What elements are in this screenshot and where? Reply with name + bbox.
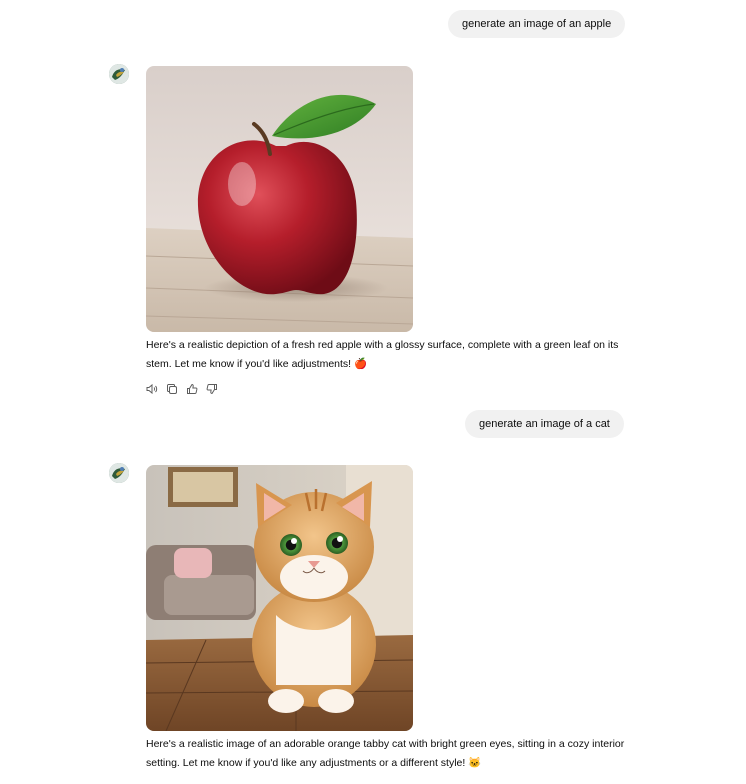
copy-icon[interactable] xyxy=(166,383,178,395)
thumbs-down-icon[interactable] xyxy=(206,383,218,395)
read-aloud-icon[interactable] xyxy=(146,383,158,395)
assistant-avatar xyxy=(109,463,129,483)
user-message-bubble: generate an image of a cat xyxy=(465,410,624,438)
thumbs-up-icon[interactable] xyxy=(186,383,198,395)
generated-image-cat[interactable] xyxy=(146,465,413,731)
assistant-avatar xyxy=(109,64,129,84)
assistant-message-text: Here's a realistic depiction of a fresh … xyxy=(146,339,619,370)
chat-thread: generate an image of an apple Here's a r… xyxy=(0,0,746,784)
assistant-message-text: Here's a realistic image of an adorable … xyxy=(146,738,625,769)
generated-image-apple[interactable] xyxy=(146,66,413,332)
user-message-bubble: generate an image of an apple xyxy=(448,10,626,38)
user-message-text: generate an image of a cat xyxy=(479,418,610,430)
user-message-text: generate an image of an apple xyxy=(462,18,612,30)
message-actions xyxy=(146,383,218,397)
